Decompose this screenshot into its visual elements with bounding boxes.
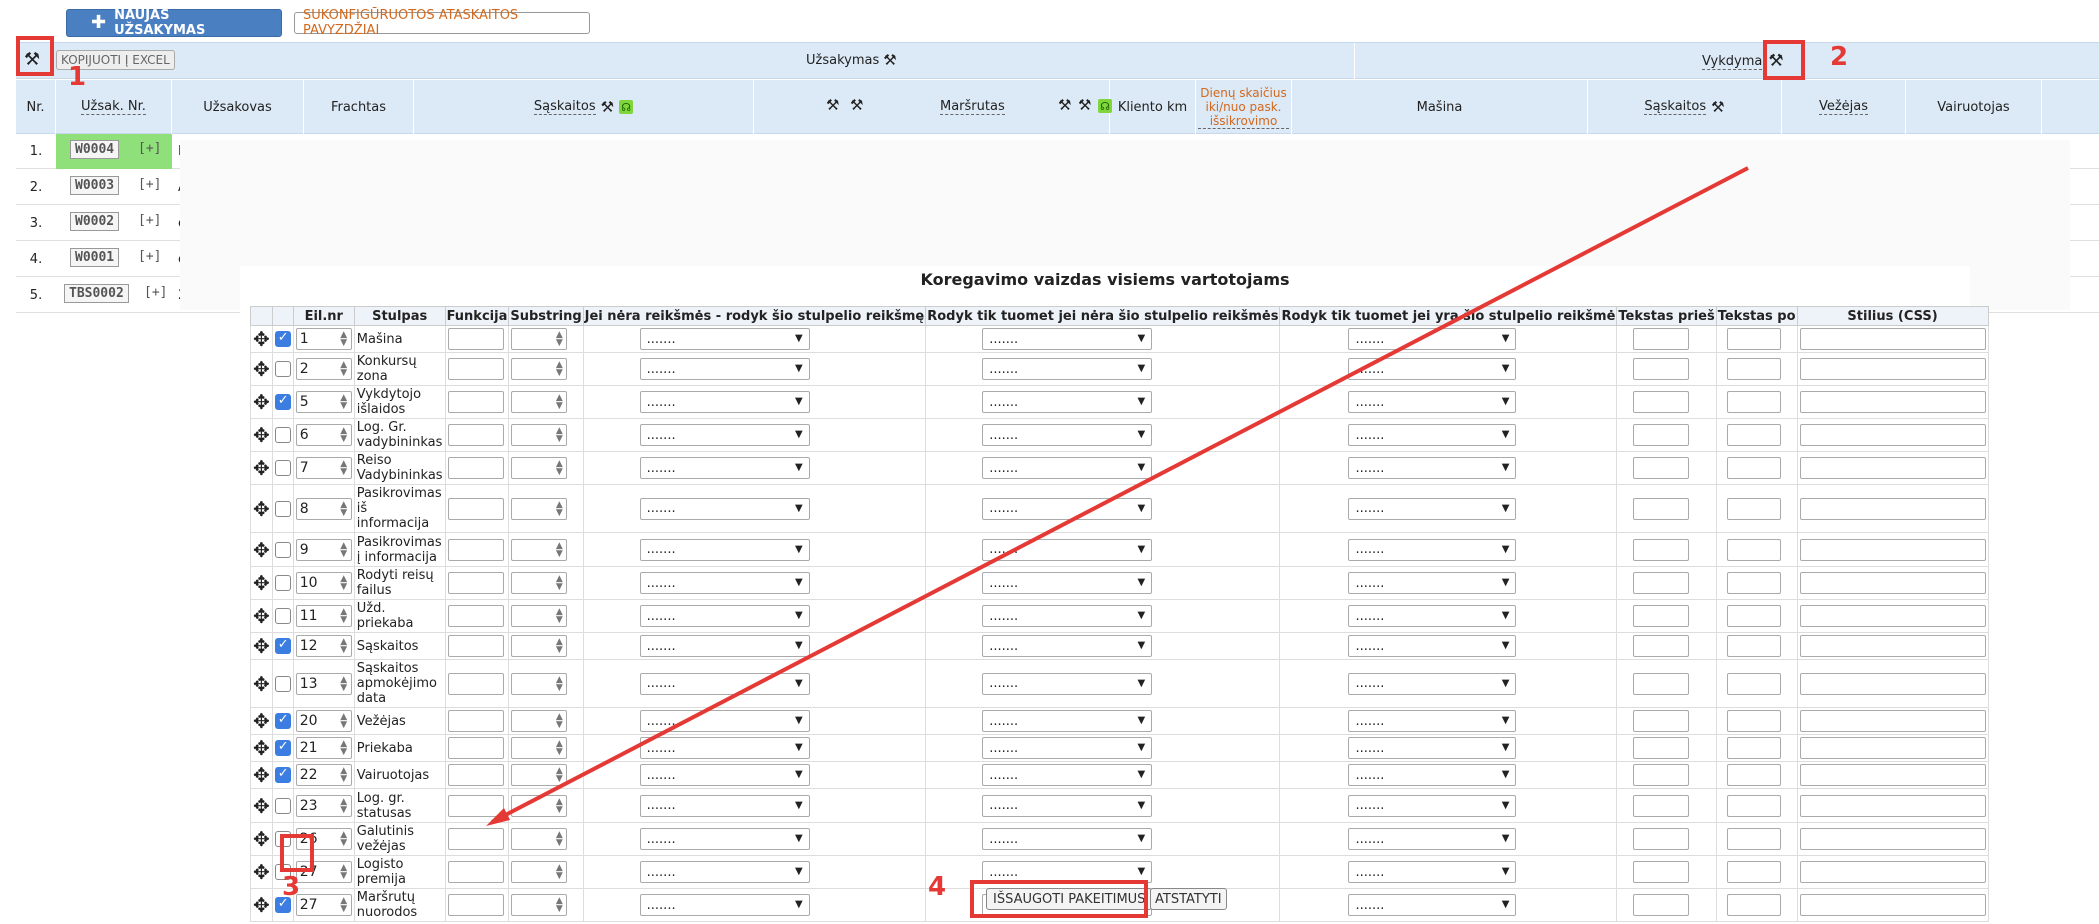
annotation-number-3: 3 bbox=[282, 872, 301, 902]
annotation-box-2 bbox=[1763, 40, 1805, 80]
annotation-number-2: 2 bbox=[1830, 42, 1849, 72]
annotation-box-4 bbox=[970, 880, 1148, 918]
annotation-arrow bbox=[486, 166, 1749, 826]
annotation-box-1 bbox=[16, 36, 54, 76]
annotation-box-3 bbox=[280, 834, 314, 872]
annotation-number-1: 1 bbox=[68, 62, 87, 92]
annotation-number-4: 4 bbox=[928, 872, 947, 902]
